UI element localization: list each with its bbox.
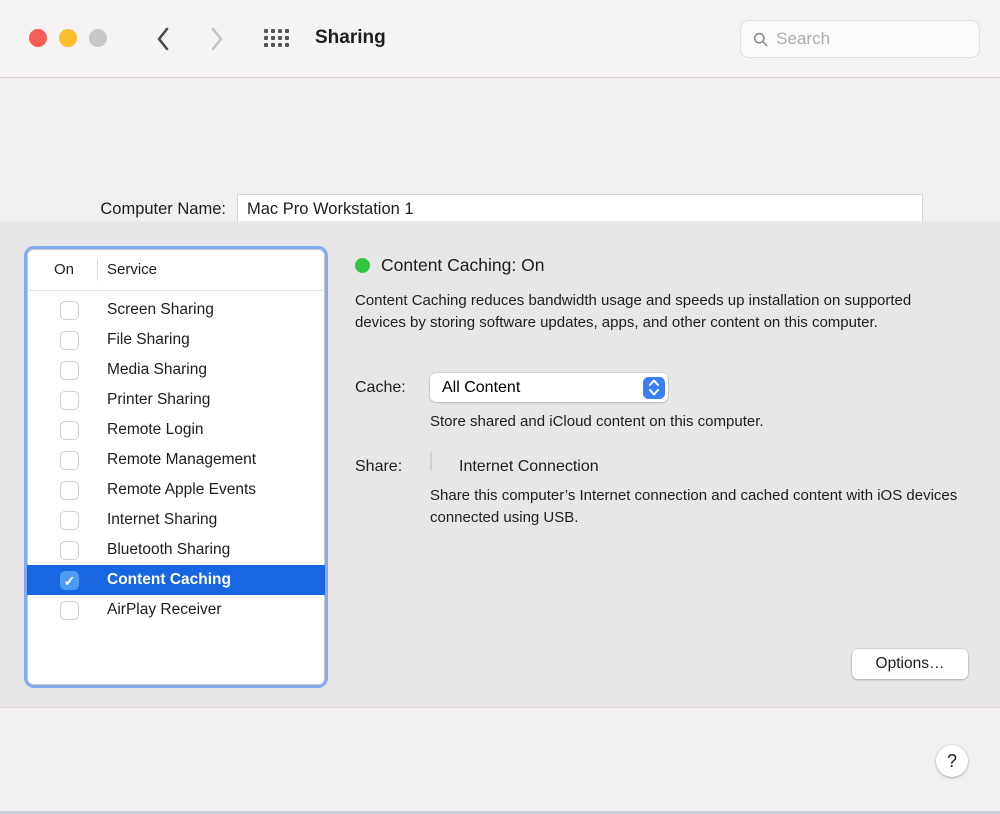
chevron-left-icon — [156, 27, 170, 51]
search-field[interactable] — [740, 20, 980, 58]
cache-dropdown-value: All Content — [430, 379, 643, 397]
service-checkbox-content-caching[interactable] — [60, 571, 79, 590]
services-list: On Service Screen Sharing File Sharing Med… — [27, 249, 325, 685]
service-label: Screen Sharing — [107, 301, 214, 319]
service-label: File Sharing — [107, 331, 190, 349]
cache-dropdown[interactable]: All Content — [430, 373, 668, 402]
services-rows: Screen Sharing File Sharing Media Sharing P… — [27, 290, 325, 625]
service-row-bluetooth-sharing[interactable]: Bluetooth Sharing — [27, 535, 325, 565]
column-header-service: Service — [98, 261, 157, 278]
service-checkbox-file-sharing[interactable] — [60, 331, 79, 350]
service-checkbox-printer-sharing[interactable] — [60, 391, 79, 410]
service-checkbox-remote-apple-events[interactable] — [60, 481, 79, 500]
internet-connection-checkbox[interactable] — [430, 453, 450, 473]
status-row: Content Caching: On — [355, 255, 544, 276]
service-checkbox-screen-sharing[interactable] — [60, 301, 79, 320]
main-section: On Service Screen Sharing File Sharing Med… — [0, 221, 1000, 707]
page-title: Sharing — [315, 27, 386, 49]
service-label: Remote Login — [107, 421, 204, 439]
status-indicator-icon — [355, 258, 370, 273]
cache-help-text: Store shared and iCloud content on this … — [430, 413, 764, 430]
toolbar: Sharing — [0, 0, 1000, 78]
service-row-internet-sharing[interactable]: Internet Sharing — [27, 505, 325, 535]
cache-label: Cache: — [355, 379, 415, 397]
dropdown-stepper-icon — [643, 377, 665, 399]
status-title: Content Caching: On — [381, 255, 544, 276]
content-caching-description: Content Caching reduces bandwidth usage … — [355, 290, 955, 333]
footer-section: ? — [0, 707, 1000, 814]
share-label: Share: — [355, 458, 402, 476]
forward-button[interactable] — [200, 22, 234, 56]
service-row-airplay-receiver[interactable]: AirPlay Receiver — [27, 595, 325, 625]
service-label: Printer Sharing — [107, 391, 210, 409]
service-label: AirPlay Receiver — [107, 601, 222, 619]
internet-connection-label: Internet Connection — [459, 458, 599, 476]
content-caching-detail-pane: Content Caching: On Content Caching redu… — [355, 221, 968, 707]
search-icon — [753, 31, 768, 48]
service-label: Internet Sharing — [107, 511, 217, 529]
service-checkbox-airplay-receiver[interactable] — [60, 601, 79, 620]
service-checkbox-remote-management[interactable] — [60, 451, 79, 470]
service-row-file-sharing[interactable]: File Sharing — [27, 325, 325, 355]
service-row-remote-login[interactable]: Remote Login — [27, 415, 325, 445]
computer-name-section: Computer Name: Computers on your local n… — [0, 79, 1000, 221]
service-row-screen-sharing[interactable]: Screen Sharing — [27, 295, 325, 325]
service-checkbox-remote-login[interactable] — [60, 421, 79, 440]
service-label: Remote Apple Events — [107, 481, 256, 499]
zoom-window-button — [89, 29, 107, 47]
services-list-header: On Service — [27, 249, 325, 290]
service-label: Content Caching — [107, 571, 231, 589]
chevron-right-icon — [210, 27, 224, 51]
service-label: Bluetooth Sharing — [107, 541, 230, 559]
service-row-printer-sharing[interactable]: Printer Sharing — [27, 385, 325, 415]
help-button[interactable]: ? — [936, 745, 968, 777]
service-row-remote-apple-events[interactable]: Remote Apple Events — [27, 475, 325, 505]
service-checkbox-media-sharing[interactable] — [60, 361, 79, 380]
service-label: Media Sharing — [107, 361, 207, 379]
close-window-button[interactable] — [29, 29, 47, 47]
service-row-content-caching[interactable]: Content Caching — [27, 565, 325, 595]
column-header-on: On — [27, 261, 97, 278]
search-input[interactable] — [776, 29, 967, 49]
share-help-text: Share this computer’s Internet connectio… — [430, 485, 975, 528]
service-row-media-sharing[interactable]: Media Sharing — [27, 355, 325, 385]
show-all-preferences-button[interactable] — [264, 29, 291, 48]
window-controls — [29, 29, 107, 47]
computer-name-label: Computer Name: — [0, 200, 226, 219]
service-label: Remote Management — [107, 451, 256, 469]
options-button[interactable]: Options… — [852, 649, 968, 679]
service-checkbox-bluetooth-sharing[interactable] — [60, 541, 79, 560]
sharing-preferences-window: Sharing Computer Name: Computers on your… — [0, 0, 1000, 814]
back-button[interactable] — [146, 22, 180, 56]
service-row-remote-management[interactable]: Remote Management — [27, 445, 325, 475]
service-checkbox-internet-sharing[interactable] — [60, 511, 79, 530]
minimize-window-button[interactable] — [59, 29, 77, 47]
